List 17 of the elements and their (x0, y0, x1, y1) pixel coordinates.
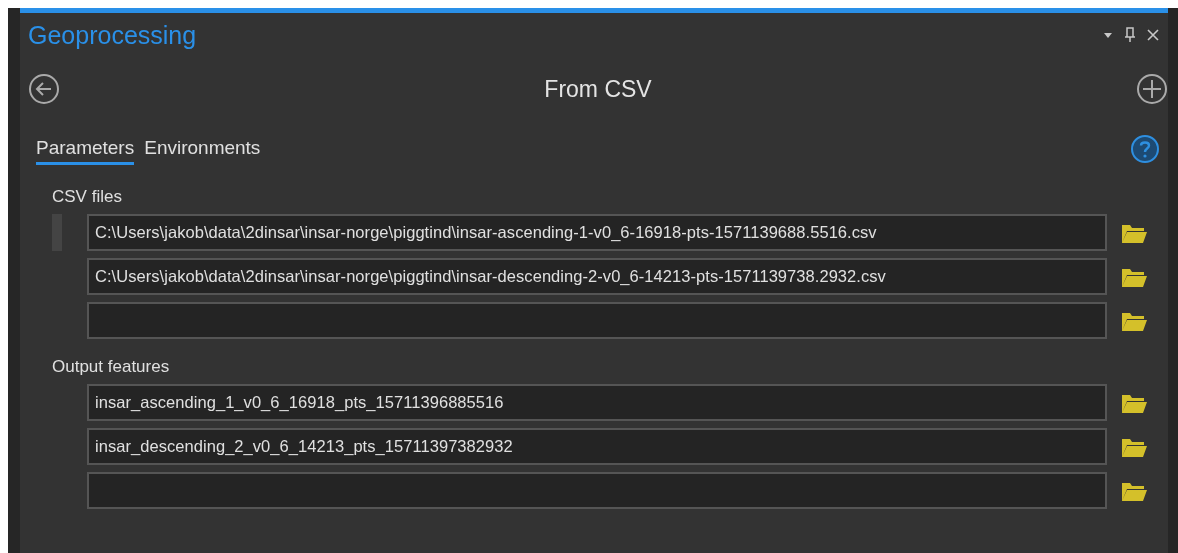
pin-icon[interactable] (1124, 27, 1136, 43)
text-field[interactable]: insar_descending_2_v0_6_14213_pts_15711397382932 (87, 428, 1107, 465)
tab[interactable]: Parameters (36, 133, 135, 165)
group-label: Output features (51, 357, 171, 378)
text-field[interactable] (87, 472, 1107, 509)
pane-title: Geoprocessing (28, 20, 197, 50)
text-field[interactable] (87, 302, 1107, 339)
text-field[interactable]: C:\Users\jakob\data\2dinsar\insar-norge\piggtind\insar-ascending-1-v0_6-16918-pts-1571139688.5516.csv (87, 214, 1107, 251)
help-icon[interactable] (1130, 134, 1160, 164)
add-icon[interactable] (1136, 73, 1168, 105)
close-icon[interactable] (1146, 28, 1160, 42)
text-field[interactable]: insar_ascending_1_v0_6_16918_pts_15711396885516 (87, 384, 1107, 421)
back-icon[interactable] (28, 73, 60, 105)
tab[interactable]: Environments (144, 133, 261, 165)
group-label: CSV files (51, 187, 123, 208)
text-field[interactable]: C:\Users\jakob\data\2dinsar\insar-norge\piggtind\insar-descending-2-v0_6-14213-pts-1571139738.2932.csv (87, 258, 1107, 295)
tool-title: From CSV (544, 75, 652, 103)
